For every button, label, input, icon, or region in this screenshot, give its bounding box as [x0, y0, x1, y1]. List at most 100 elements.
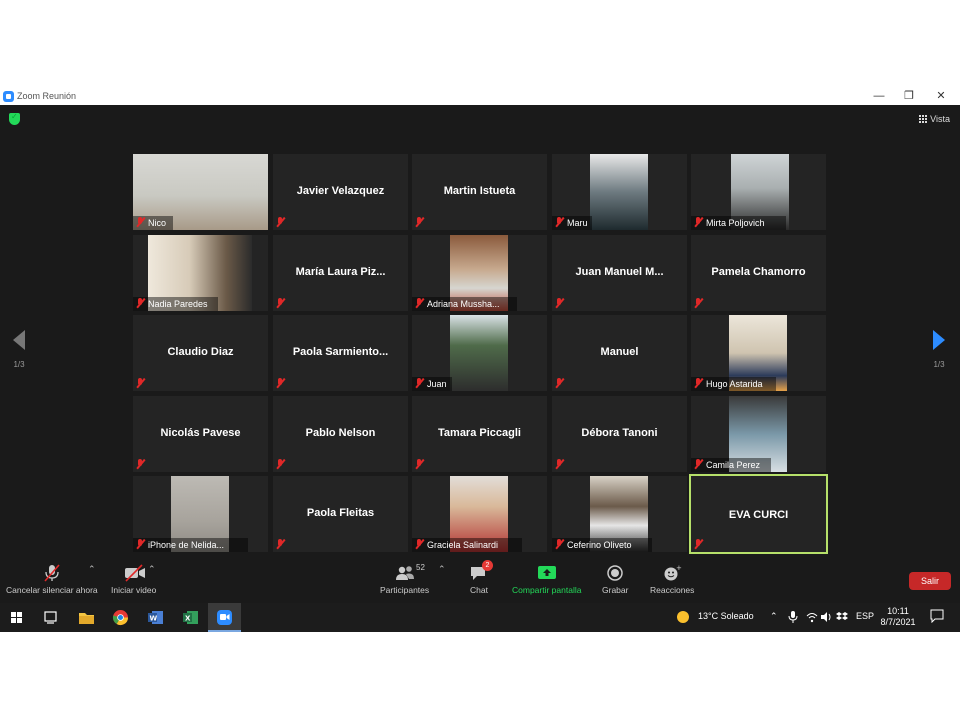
muted-mic-icon [415, 378, 424, 388]
weather-text[interactable]: 13°C Soleado [698, 611, 754, 621]
participant-name: Nico [148, 218, 167, 228]
window-title: Zoom Reunión [17, 91, 77, 101]
participant-name: Juan [427, 379, 447, 389]
participant-tile[interactable]: Martin Istueta [412, 154, 547, 230]
participant-name: Pamela Chamorro [711, 266, 806, 278]
participant-tile[interactable]: Nico [133, 154, 268, 230]
participant-tile[interactable]: Paola Fleitas [273, 476, 408, 552]
weather-icon[interactable] [676, 610, 690, 626]
security-shield-icon[interactable] [9, 112, 20, 125]
participant-name: Nadia Paredes [148, 299, 208, 309]
share-screen-button[interactable]: Compartir pantalla [512, 564, 581, 595]
next-page-button[interactable]: 1/3 [924, 330, 954, 369]
unmute-button[interactable]: Cancelar silenciar ahora [6, 564, 98, 595]
muted-mic-icon [136, 539, 145, 549]
clock-time: 10:11 [887, 606, 909, 616]
participant-tile[interactable]: Mirta Poljovich [691, 154, 826, 230]
restore-button[interactable]: ❐ [902, 89, 916, 103]
participant-name: Paola Fleitas [306, 507, 375, 519]
participant-tile[interactable]: Pablo Nelson [273, 396, 408, 472]
zoom-window: Zoom Reunión — ❐ ✕ Vista 1/3 1/3 Nico Jav… [0, 88, 960, 632]
leave-button[interactable]: Salir [909, 572, 951, 590]
participant-tile[interactable]: Javier Velazquez [273, 154, 408, 230]
participant-tile[interactable]: Juan Manuel M... [552, 235, 687, 311]
excel-icon[interactable]: X [174, 603, 207, 632]
participant-tile[interactable]: iPhone de Nelida... [133, 476, 268, 552]
participants-options-caret[interactable]: ⌃ [438, 564, 446, 575]
view-label: Vista [930, 114, 950, 124]
start-video-label: Iniciar video [111, 585, 157, 595]
participant-tile[interactable]: Ceferino Oliveto [552, 476, 687, 552]
notifications-icon[interactable] [930, 609, 944, 625]
microphone-tray-icon[interactable] [788, 611, 798, 625]
volume-icon[interactable] [820, 611, 832, 625]
previous-page-button[interactable]: 1/3 [4, 330, 34, 369]
participant-name: Juan Manuel M... [575, 266, 664, 278]
file-explorer-icon[interactable] [70, 603, 103, 632]
participant-tile[interactable]: Camila Perez [691, 396, 826, 472]
participant-tile[interactable]: Nicolás Pavese [133, 396, 268, 472]
video-off-icon [124, 564, 145, 582]
muted-mic-icon [136, 378, 145, 388]
minimize-button[interactable]: — [872, 89, 886, 103]
smiley-icon: + [662, 564, 682, 582]
participant-tile[interactable]: Tamara Piccagli [412, 396, 547, 472]
participant-tile[interactable]: Pamela Chamorro [691, 235, 826, 311]
reactions-label: Reacciones [650, 585, 695, 595]
chrome-icon[interactable] [104, 603, 137, 632]
muted-mic-icon [136, 298, 145, 308]
chevron-right-icon [933, 330, 945, 350]
muted-mic-icon [276, 378, 285, 388]
video-options-caret[interactable]: ⌃ [148, 564, 156, 575]
input-language[interactable]: ESP [856, 611, 874, 621]
chat-icon: 2 [469, 560, 493, 582]
audio-options-caret[interactable]: ⌃ [88, 564, 96, 575]
page-indicator-right: 1/3 [933, 360, 945, 369]
svg-text:X: X [185, 615, 191, 623]
participant-tile[interactable]: Hugo Astarida [691, 315, 826, 391]
participant-tile[interactable]: Maru [552, 154, 687, 230]
view-button[interactable]: Vista [919, 114, 950, 124]
participant-tile[interactable]: Adriana Mussha... [412, 235, 547, 311]
participant-tile[interactable]: Manuel [552, 315, 687, 391]
muted-mic-icon [555, 217, 564, 227]
chevron-left-icon [13, 330, 25, 350]
muted-mic-icon [136, 459, 145, 469]
start-button[interactable] [0, 603, 33, 632]
grid-view-icon [919, 115, 928, 123]
muted-mic-icon [276, 298, 285, 308]
participant-tile[interactable]: Débora Tanoni [552, 396, 687, 472]
task-view-icon[interactable] [34, 603, 67, 632]
participant-tile[interactable]: Juan [412, 315, 547, 391]
clock[interactable]: 10:11 8/7/2021 [880, 606, 916, 628]
participant-name: Nicolás Pavese [160, 427, 241, 439]
muted-mic-icon [415, 539, 424, 549]
participant-video [590, 154, 648, 230]
word-icon[interactable]: W [139, 603, 172, 632]
participant-name: EVA CURCI [728, 509, 789, 521]
participant-tile[interactable]: María Laura Piz... [273, 235, 408, 311]
chat-button[interactable]: 2 Chat [469, 560, 493, 595]
close-button[interactable]: ✕ [934, 89, 948, 103]
participants-label: Participantes [380, 585, 430, 595]
muted-mic-icon [694, 539, 703, 549]
participant-tile[interactable]: Nadia Paredes [133, 235, 268, 311]
chat-unread-badge: 2 [482, 560, 493, 571]
record-button[interactable]: Grabar [602, 564, 628, 595]
muted-mic-icon [136, 217, 145, 227]
participant-name: Ceferino Oliveto [567, 540, 632, 550]
record-icon [605, 564, 625, 582]
participant-name: Manuel [600, 346, 639, 358]
wifi-icon[interactable] [806, 611, 818, 625]
participant-tile[interactable]: Claudio Diaz [133, 315, 268, 391]
dropbox-icon[interactable] [836, 611, 848, 625]
zoom-taskbar-icon[interactable] [208, 603, 241, 632]
participant-name: Graciela Salinardi [427, 540, 499, 550]
meeting-area: Vista 1/3 1/3 Nico Javier Velazquez Martin… [0, 105, 960, 558]
participant-tile[interactable]: EVA CURCI [689, 474, 828, 554]
show-hidden-icons-caret[interactable]: ⌃ [770, 611, 778, 622]
muted-mic-icon [415, 217, 424, 227]
participant-tile[interactable]: Graciela Salinardi [412, 476, 547, 552]
participant-tile[interactable]: Paola Sarmiento... [273, 315, 408, 391]
reactions-button[interactable]: + Reacciones [650, 564, 694, 595]
